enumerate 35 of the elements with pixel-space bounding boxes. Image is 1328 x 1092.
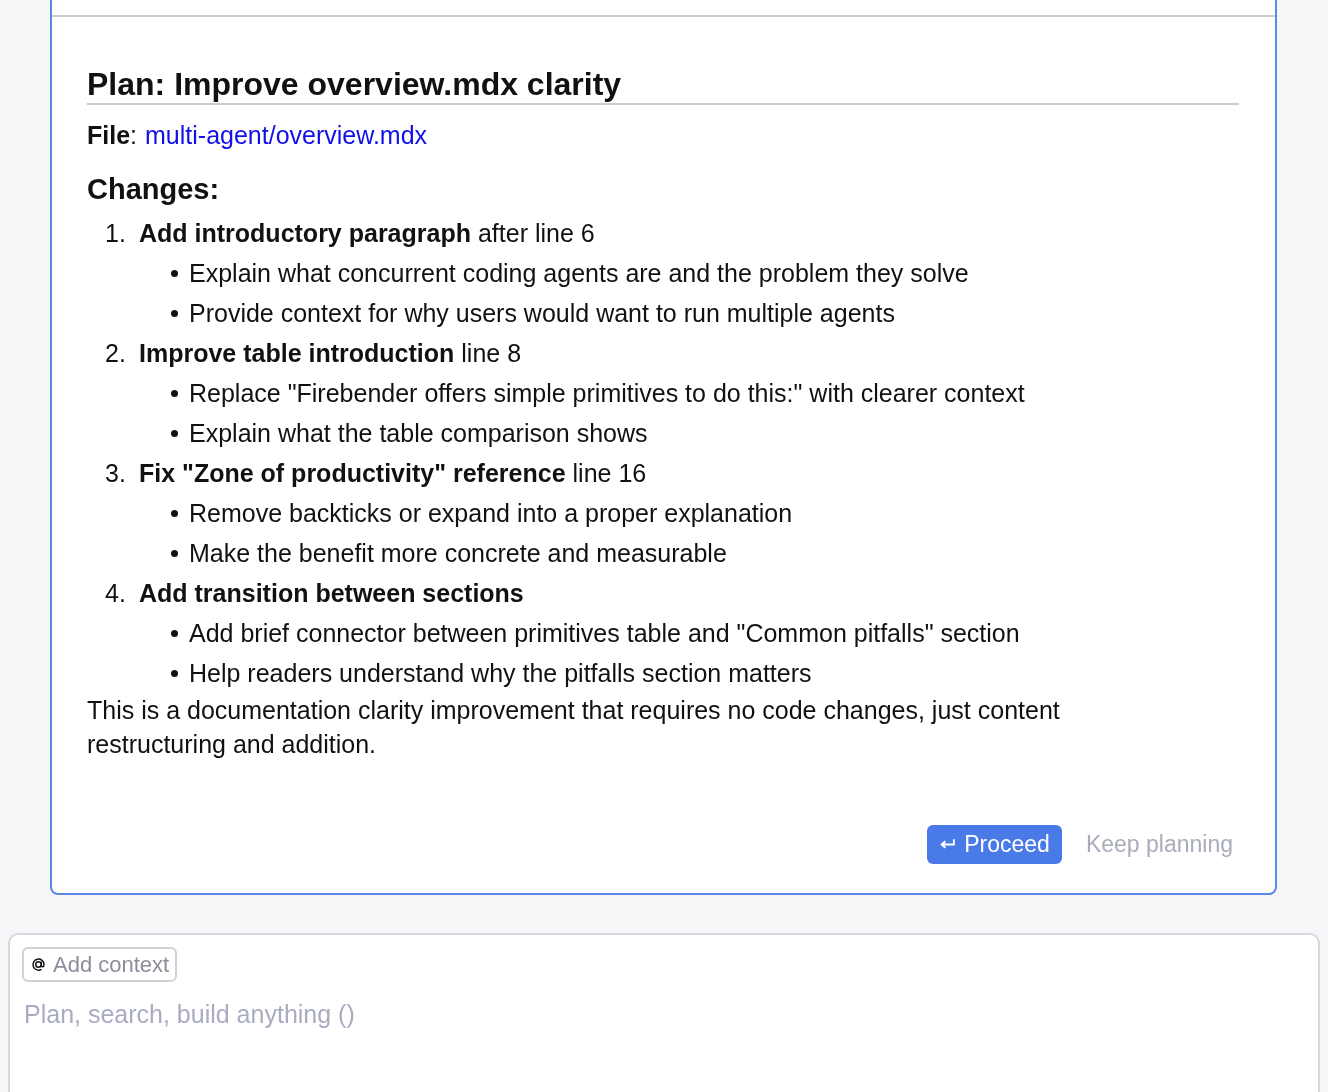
bullet-icon: [171, 549, 178, 557]
step-number: 3.: [105, 458, 127, 489]
bullet-icon: [171, 269, 178, 277]
bullet-text: Help readers understand why the pitfalls section matters: [189, 658, 812, 689]
plan-title: Plan: Improve overview.mdx clarity: [87, 65, 1239, 105]
step-title: Add introductory paragraph after line 6: [139, 218, 595, 249]
bullet-icon: [171, 669, 178, 677]
bullet-text: Explain what concurrent coding agents are and the problem they solve: [189, 258, 969, 289]
bullet-icon: [171, 389, 178, 397]
bullet-text: Provide context for why users would want to run multiple agents: [189, 298, 895, 329]
bullet-icon: [171, 309, 178, 317]
at-sign-icon: [30, 956, 47, 973]
bullet-icon: [171, 509, 178, 517]
bullet-text: Remove backticks or expand into a proper explanation: [189, 498, 793, 529]
changes-heading: Changes:: [87, 172, 221, 207]
add-context-button[interactable]: Add context: [22, 947, 178, 982]
step-number: 2.: [105, 338, 127, 369]
keep-planning-button[interactable]: Keep planning: [1085, 831, 1233, 858]
return-icon: [939, 838, 957, 851]
step-number: 1.: [105, 218, 127, 249]
bullet-text: Replace "Firebender offers simple primitives to do this:" with clearer context: [189, 378, 1025, 409]
step-title: Improve table introduction line 8: [139, 338, 522, 369]
bullet-icon: [171, 429, 178, 437]
bullet-text: Explain what the table comparison shows: [189, 418, 648, 449]
summary-text: This is a documentation clarity improvement that requires no code changes, just content restructuring and addition.: [87, 695, 1061, 760]
step-title: Add transition between sections: [139, 578, 524, 609]
step-number: 4.: [105, 578, 127, 609]
step-title: Fix "Zone of productivity" reference line 16: [139, 458, 647, 489]
bullet-text: Make the benefit more concrete and measurable: [189, 538, 727, 569]
message-input[interactable]: Plan, search, build anything (): [22, 1000, 1310, 1029]
bullet-text: Add brief connector between primitives table and "Common pitfalls" section: [189, 618, 1020, 649]
file-link[interactable]: multi-agent/overview.mdx: [145, 119, 428, 151]
proceed-button[interactable]: Proceed: [927, 825, 1062, 864]
file-label: File:: [87, 120, 138, 151]
bullet-icon: [171, 629, 178, 637]
